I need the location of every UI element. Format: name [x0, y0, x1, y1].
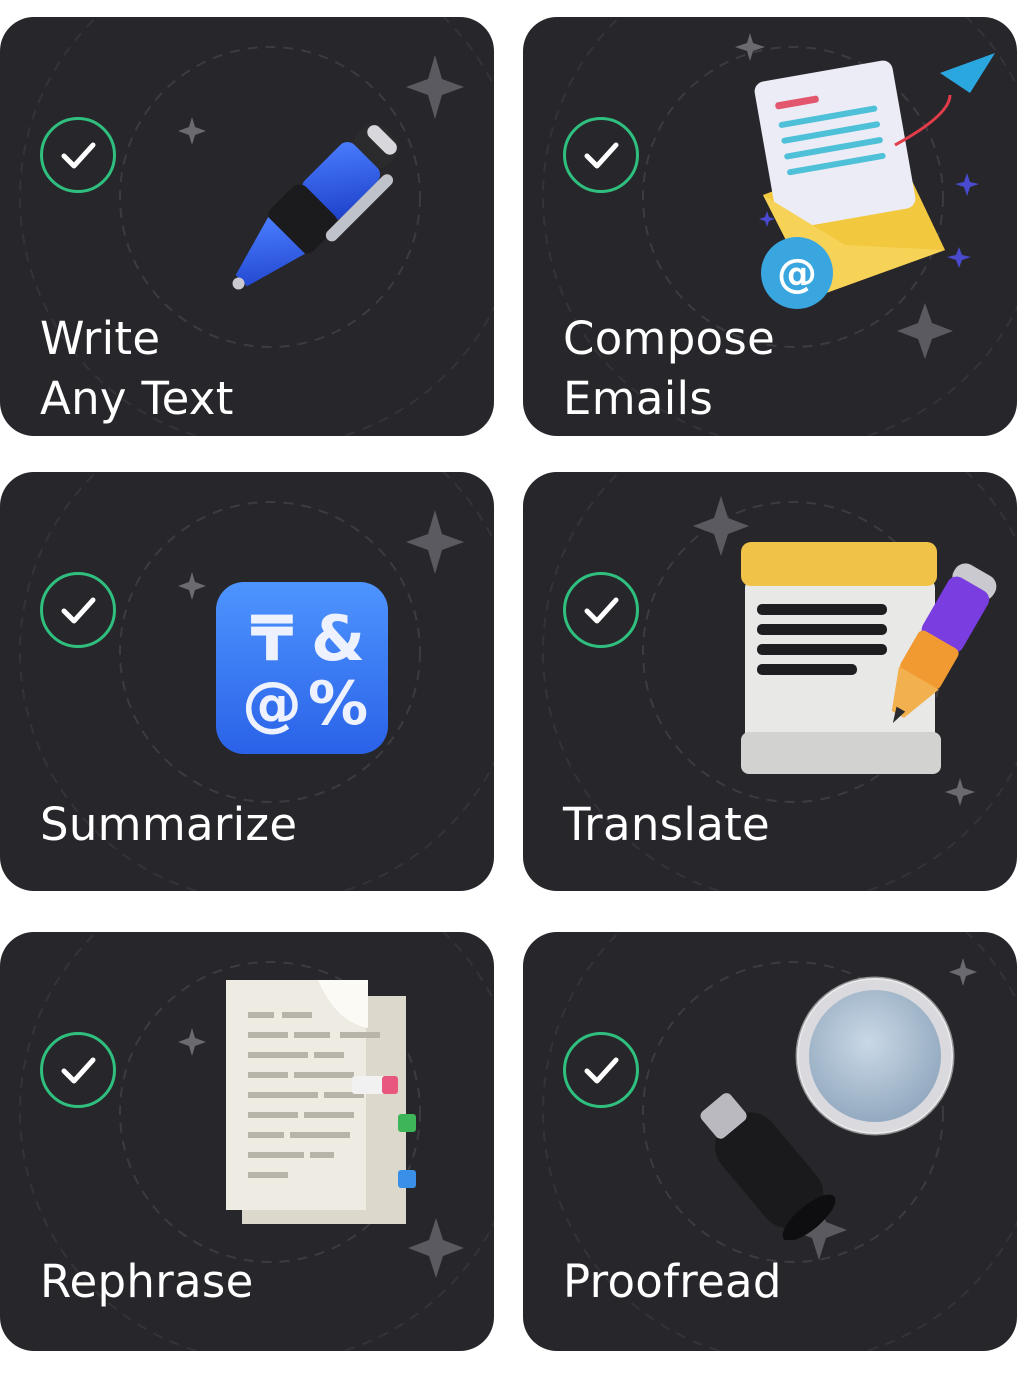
feature-title: Summarize: [40, 798, 298, 851]
check-icon: [563, 117, 639, 193]
svg-text:%: %: [308, 669, 368, 739]
check-icon: [563, 572, 639, 648]
documents-icon: [226, 980, 416, 1224]
check-icon: [40, 1032, 116, 1108]
feature-title: Compose Emails: [563, 312, 776, 425]
feature-title: Rephrase: [40, 1255, 254, 1308]
check-icon: [40, 117, 116, 193]
feature-card-compose[interactable]: @ Compose Emails: [523, 17, 1017, 436]
feature-card-translate[interactable]: Translate: [523, 472, 1017, 891]
feature-title: Translate: [563, 798, 771, 851]
svg-text:@: @: [242, 669, 302, 739]
feature-grid: Write Any Text @ Compose Emails ₸ & @ % …: [0, 0, 1036, 1383]
feature-card-summarize[interactable]: ₸ & @ % Summarize: [0, 472, 494, 891]
svg-text:₸: ₸: [250, 602, 293, 675]
magnifier-icon: [700, 976, 955, 1240]
pen-icon: [232, 124, 398, 290]
svg-text:&: &: [311, 602, 365, 675]
feature-card-proofread[interactable]: Proofread: [523, 932, 1017, 1351]
feature-title: Proofread: [563, 1255, 782, 1308]
feature-title: Write Any Text: [40, 312, 234, 425]
check-icon: [563, 1032, 639, 1108]
envelope-icon: @: [754, 53, 995, 309]
feature-card-rephrase[interactable]: Rephrase: [0, 932, 494, 1351]
feature-card-write[interactable]: Write Any Text: [0, 17, 494, 436]
notepad-pencil-icon: [741, 542, 997, 774]
svg-text:@: @: [777, 251, 817, 297]
symbols-icon: ₸ & @ %: [216, 582, 388, 754]
check-icon: [40, 572, 116, 648]
